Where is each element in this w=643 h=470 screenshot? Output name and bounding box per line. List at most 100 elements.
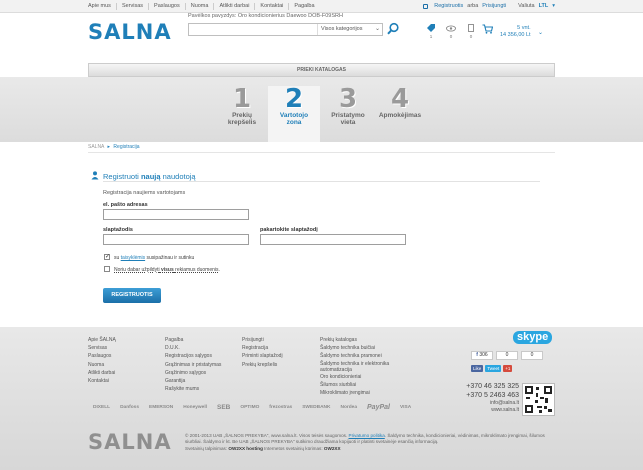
category-select-value: Visos kategorijos	[321, 26, 363, 32]
terms-text: su taisyklėmis susipažinau ir sutinku	[114, 255, 194, 261]
partner-logo: Nordea	[340, 405, 358, 410]
currency-select[interactable]: LTL	[539, 3, 549, 9]
email-field[interactable]	[103, 209, 249, 220]
terms-link[interactable]: taisyklėmis	[121, 255, 145, 261]
eye-icon	[446, 25, 456, 32]
step-number: 4	[390, 84, 410, 114]
gplus-button[interactable]: +1	[503, 365, 513, 372]
footer-link[interactable]: Rašykite mums	[165, 385, 221, 393]
top-nav-item-about[interactable]: Apie mus	[88, 3, 116, 10]
partner-logo: PayPal	[367, 404, 390, 411]
top-nav-item-services[interactable]: Paslaugos	[148, 3, 185, 10]
search-input[interactable]	[189, 24, 317, 35]
footer-col-company: Apie ŠALNĄ Servisas Paslaugos Nuoma Atli…	[88, 336, 116, 385]
register-link[interactable]: Registruotis	[434, 3, 463, 9]
footer-link[interactable]: Kontaktai	[88, 377, 116, 385]
title-part: naudotoją	[162, 172, 196, 181]
details-text-part: Noriu dabar užpildyti	[114, 267, 160, 273]
chevron-down-icon[interactable]: ▾	[552, 3, 555, 9]
skype-button[interactable]: skype	[513, 331, 553, 344]
top-nav-item-service[interactable]: Servisas	[115, 3, 148, 10]
cart-button[interactable]	[480, 24, 494, 38]
partner-logo: DIXELL	[93, 405, 111, 410]
footer-link[interactable]: Oro kondicionieriai	[320, 373, 389, 381]
phone-2: +370 5 2463 463	[466, 391, 519, 399]
footer-link[interactable]: Pagalba	[165, 336, 221, 344]
category-select[interactable]: Visos kategorijos ⌄	[317, 24, 383, 35]
viewed-button[interactable]: 0	[440, 24, 462, 39]
terms-checkbox[interactable]	[104, 253, 110, 260]
search-icon	[387, 22, 399, 35]
cart-total: 14 356,00 Lt	[500, 32, 531, 38]
footer-link[interactable]: Šilumos siurbliai	[320, 381, 389, 389]
cart-icon	[482, 24, 493, 34]
catalog-toggle-bar[interactable]: PRIEKI KATALOGAS	[88, 63, 555, 77]
cart-summary[interactable]: 5 vnt. 14 356,00 Lt	[500, 25, 531, 39]
step-payment[interactable]: 4 Apmokėjimas	[374, 86, 426, 142]
page-title: Registruoti naują naudotoją	[103, 172, 196, 181]
top-nav-item-help[interactable]: Pagalba	[288, 3, 319, 10]
footer-logo: SALNA	[88, 430, 172, 454]
chevron-down-icon[interactable]: ⌄	[538, 29, 543, 36]
breadcrumb-home[interactable]: SALNA	[88, 144, 104, 150]
account-links: Registruotis arba Prisijungti Valiuta LT…	[423, 3, 555, 9]
step-user-zone[interactable]: 2 Vartotojo zona	[268, 86, 320, 142]
developer-label: Internetos svetainių kūrimas:	[264, 445, 323, 451]
footer-link[interactable]: Nuoma	[88, 361, 116, 369]
chevron-down-icon: ⌄	[374, 26, 380, 32]
facebook-like-button[interactable]: Like	[471, 365, 484, 372]
register-button[interactable]: REGISTRUOTIS	[103, 288, 161, 303]
promo-text: Pavėlkos pavyzdys: Oro kondicionierius D…	[188, 13, 343, 19]
footer-link[interactable]: D.U.K.	[165, 344, 221, 352]
full-details-checkbox[interactable]	[104, 266, 110, 272]
form-subtitle: Registracija naujiems vartotojams	[103, 190, 186, 196]
title-part: naują	[140, 172, 161, 181]
footer-link[interactable]: Prekių katalogas	[320, 336, 389, 344]
step-cart[interactable]: 1 Prekių krepšelis	[216, 86, 268, 142]
copyright-text: © 2001-2013 UAB „ŠALNOS PREKYBA", www.sa…	[185, 433, 545, 451]
wishlist-button[interactable]: 0	[460, 24, 482, 39]
contact-email[interactable]: info@salna.lt	[462, 400, 519, 407]
footer-link[interactable]: Priminti slaptažodį	[242, 352, 283, 360]
or-text: arba	[467, 3, 479, 9]
footer-link[interactable]: Servisas	[88, 344, 116, 352]
password-field[interactable]	[103, 234, 249, 245]
tweet-button[interactable]: Tweet	[485, 365, 502, 372]
footer-link[interactable]: Atlikti darbai	[88, 369, 116, 377]
login-link[interactable]: Prisijungti	[482, 3, 506, 9]
footer-link[interactable]: Mikroklimato įrengimai	[320, 389, 389, 397]
top-nav-item-contacts[interactable]: Kontaktai	[254, 3, 288, 10]
compare-button[interactable]: 1	[420, 24, 442, 39]
footer-link[interactable]: Garantija	[165, 377, 221, 385]
password-repeat-field[interactable]	[260, 234, 406, 245]
phone-1: +370 46 325 325	[466, 383, 519, 390]
footer-link[interactable]: Prekių krepšelis	[242, 361, 283, 369]
step-label: vieta	[340, 119, 356, 126]
footer-link[interactable]: Šaldymo technika pramonei	[320, 352, 389, 360]
hosting-provider[interactable]: OW2XX hosting	[228, 446, 262, 451]
footer-link[interactable]: Registracijos sąlygos	[165, 352, 221, 360]
partner-logo: SWEDBANK	[302, 405, 331, 410]
breadcrumb-current: Registracija	[113, 144, 140, 150]
partner-logo: SEB	[217, 404, 231, 411]
footer-link[interactable]: Paslaugos	[88, 352, 116, 360]
top-nav-item-rent[interactable]: Nuoma	[184, 3, 214, 10]
contact-site[interactable]: www.salna.lt	[462, 407, 519, 414]
site-logo[interactable]: SALNA	[88, 20, 172, 44]
footer-link[interactable]: Prisijungti	[242, 336, 283, 344]
footer-link[interactable]: Šaldymo technika buičiai	[320, 344, 389, 352]
privacy-policy-link[interactable]: Privatumo politika	[349, 433, 385, 438]
footer-link[interactable]: Registracija	[242, 344, 283, 352]
developer-name[interactable]: OW2XX	[324, 446, 341, 451]
footer-link[interactable]: Apie ŠALNĄ	[88, 336, 116, 344]
footer-link[interactable]: Šaldymo technika ir elektronika	[320, 361, 389, 367]
search-button[interactable]	[386, 22, 400, 36]
top-nav: Apie mus Servisas Paslaugos Nuoma Atlikt…	[88, 3, 320, 10]
footer-link[interactable]: Grąžinimo sąlygos	[165, 369, 221, 377]
hosting-label: Svetainių talpinimas:	[185, 445, 228, 451]
step-label: zona	[286, 119, 302, 126]
details-text-part: rekiamus duomenis.	[175, 267, 220, 273]
step-delivery[interactable]: 3 Pristatymo vieta	[322, 86, 374, 142]
footer-link[interactable]: Grąžinimas ir pristatymas	[165, 361, 221, 369]
top-nav-item-works[interactable]: Atlikti darbai	[213, 3, 254, 10]
